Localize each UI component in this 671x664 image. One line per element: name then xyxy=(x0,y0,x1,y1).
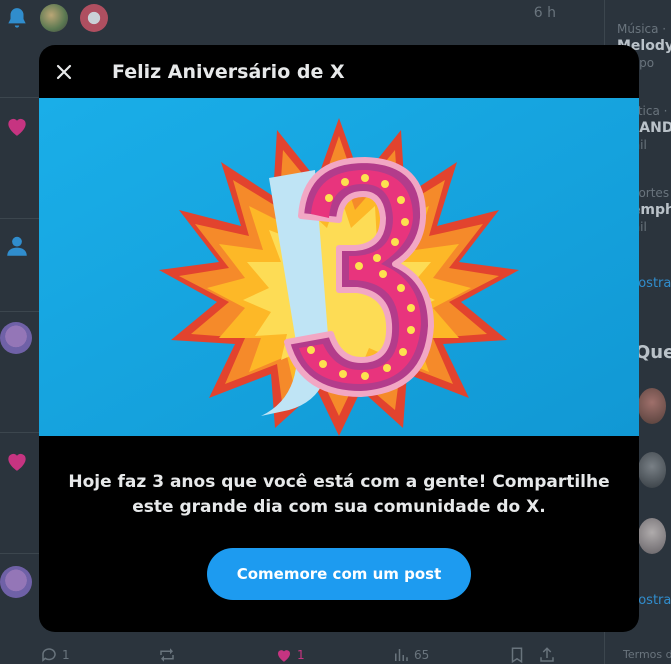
anniversary-message: Hoje faz 3 anos que você está com a gent… xyxy=(68,472,610,517)
anniversary-dialog: Feliz Aniversário de X Hoje faz 3 anos q… xyxy=(39,45,639,632)
dialog-header: Feliz Aniversário de X xyxy=(39,45,639,98)
anniversary-illustration xyxy=(39,98,639,436)
anniversary-badge-image xyxy=(39,98,639,436)
close-icon[interactable] xyxy=(53,61,75,83)
dialog-title: Feliz Aniversário de X xyxy=(112,61,345,83)
celebrate-post-button[interactable]: Comemore com um post xyxy=(207,548,471,600)
